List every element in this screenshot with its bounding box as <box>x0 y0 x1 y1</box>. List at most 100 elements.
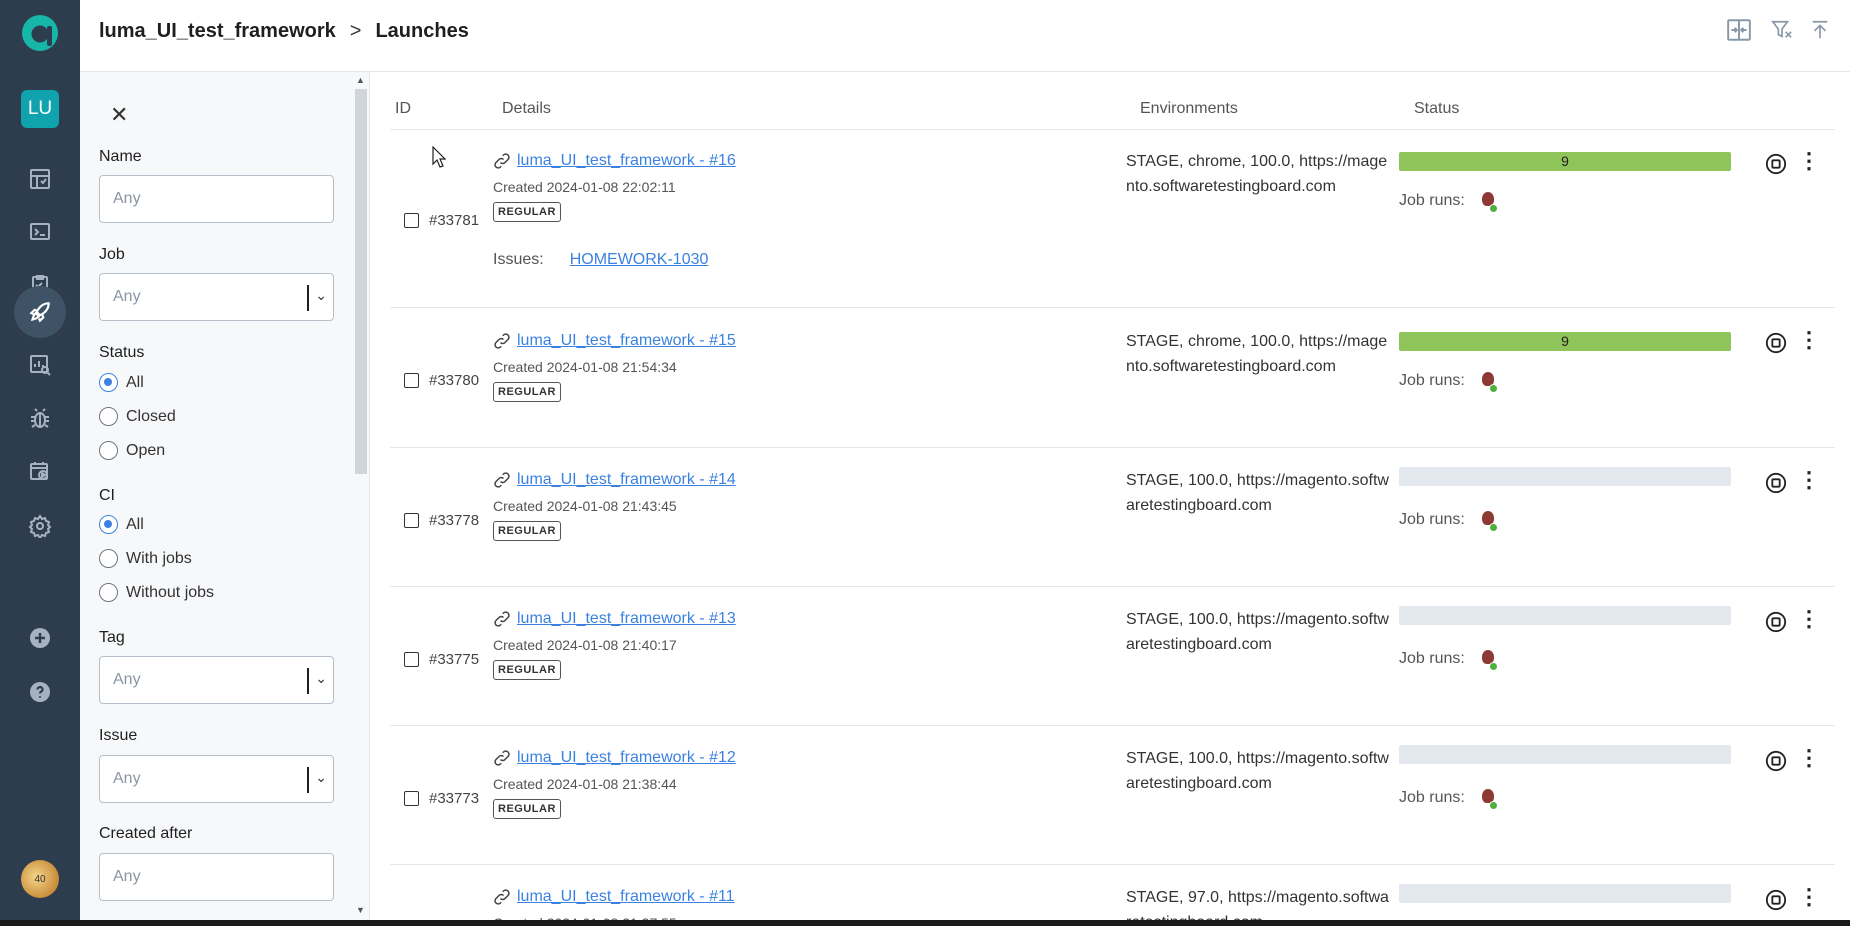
launch-title-link[interactable]: luma_UI_test_framework - #14 <box>493 471 736 489</box>
filter-issue-value: Any <box>113 770 141 787</box>
scroll-down-icon[interactable]: ▼ <box>356 905 365 915</box>
launch-id: #33781 <box>429 212 480 229</box>
filter-created-after-label: Created after <box>99 825 193 842</box>
nav-settings-icon[interactable] <box>14 500 66 552</box>
more-actions-icon[interactable]: ⋮ <box>1798 329 1820 351</box>
status-progress-bar[interactable]: 9 <box>1399 332 1731 351</box>
close-filters-icon[interactable]: ✕ <box>110 102 128 128</box>
status-radio-closed[interactable]: Closed <box>99 407 176 426</box>
launch-created: Created 2024-01-08 22:02:11 <box>493 179 676 195</box>
stop-launch-icon[interactable] <box>1764 749 1788 773</box>
more-actions-icon[interactable]: ⋮ <box>1798 150 1820 172</box>
more-actions-icon[interactable]: ⋮ <box>1798 886 1820 908</box>
row-checkbox[interactable] <box>404 791 419 806</box>
launch-id: #33775 <box>429 651 480 668</box>
link-icon <box>494 889 510 905</box>
launch-created: Created 2024-01-08 21:38:44 <box>493 776 677 792</box>
launch-id: #33773 <box>429 790 480 807</box>
stop-launch-icon[interactable] <box>1764 331 1788 355</box>
row-checkbox[interactable] <box>404 213 419 228</box>
user-avatar[interactable]: 40 <box>21 860 59 898</box>
nav-analytics-icon[interactable] <box>14 339 66 391</box>
help-icon[interactable] <box>14 666 66 718</box>
more-actions-icon[interactable]: ⋮ <box>1798 747 1820 769</box>
status-progress-bar[interactable]: 9 <box>1399 152 1731 171</box>
scroll-up-icon[interactable]: ▲ <box>356 75 365 85</box>
launch-issues: Issues: HOMEWORK-1030 <box>493 251 709 268</box>
launch-id: #33778 <box>429 512 480 529</box>
table-row: #33780 luma_UI_test_framework - #15 Crea… <box>390 309 1835 448</box>
link-icon <box>494 611 510 627</box>
scrollbar-thumb[interactable] <box>355 89 367 474</box>
column-header-id: ID <box>395 100 411 117</box>
stop-launch-icon[interactable] <box>1764 888 1788 912</box>
launch-tag-badge: REGULAR <box>493 202 561 222</box>
filter-tag-select[interactable]: Any ⌄ <box>99 656 334 704</box>
ci-radio-without-jobs[interactable]: Without jobs <box>99 583 214 602</box>
job-runs: Job runs: <box>1399 650 1498 671</box>
page-title: Launches <box>375 20 469 42</box>
ci-radio-all[interactable]: All <box>99 515 144 534</box>
status-progress-bar[interactable] <box>1399 606 1731 625</box>
launch-title-link[interactable]: luma_UI_test_framework - #11 <box>493 888 735 906</box>
compare-icon[interactable] <box>1725 16 1753 44</box>
job-run-avatar[interactable] <box>1481 372 1498 393</box>
upload-icon[interactable] <box>1806 16 1834 44</box>
launch-environments: STAGE, chrome, 100.0, https://magento.so… <box>1126 333 1388 375</box>
row-checkbox[interactable] <box>404 652 419 667</box>
launch-environments: STAGE, 100.0, https://magento.softwarete… <box>1126 472 1389 514</box>
job-run-avatar[interactable] <box>1481 789 1498 810</box>
filter-ci-label: CI <box>99 487 115 504</box>
launch-title-link[interactable]: luma_UI_test_framework - #15 <box>493 332 736 350</box>
breadcrumb-project[interactable]: luma_UI_test_framework <box>99 20 336 43</box>
status-radio-open[interactable]: Open <box>99 441 165 460</box>
more-actions-icon[interactable]: ⋮ <box>1798 608 1820 630</box>
status-progress-bar[interactable] <box>1399 745 1731 764</box>
nav-dashboard-icon[interactable] <box>14 153 66 205</box>
create-icon[interactable] <box>14 612 66 664</box>
status-radio-all[interactable]: All <box>99 373 144 392</box>
breadcrumb-separator: > <box>349 20 362 42</box>
launch-created: Created 2024-01-08 21:43:45 <box>493 498 677 514</box>
job-run-avatar[interactable] <box>1481 511 1498 532</box>
stop-launch-icon[interactable] <box>1764 152 1788 176</box>
launch-tag-badge: REGULAR <box>493 799 561 819</box>
project-badge[interactable]: LU <box>21 90 59 128</box>
launch-environments: STAGE, 100.0, https://magento.softwarete… <box>1126 611 1389 653</box>
row-checkbox[interactable] <box>404 513 419 528</box>
chevron-down-icon: ⌄ <box>315 670 327 686</box>
app-logo-icon[interactable] <box>18 10 62 54</box>
top-header: luma_UI_test_framework > Launches <box>80 0 1850 72</box>
filter-job-select[interactable]: Any ⌄ <box>99 273 334 321</box>
more-actions-icon[interactable]: ⋮ <box>1798 469 1820 491</box>
nav-jobs-icon[interactable] <box>14 445 66 497</box>
nav-test-cases-icon[interactable] <box>14 206 66 258</box>
filter-issue-label: Issue <box>99 727 138 744</box>
filters-scrollbar[interactable]: ▲ ▼ <box>354 75 368 915</box>
nav-defects-icon[interactable] <box>14 392 66 444</box>
ci-radio-with-jobs[interactable]: With jobs <box>99 549 192 568</box>
launch-environments: STAGE, chrome, 100.0, https://magento.so… <box>1126 153 1388 195</box>
chevron-down-icon: ⌄ <box>315 769 327 785</box>
filter-issue-select[interactable]: Any ⌄ <box>99 755 334 803</box>
table-row: #33778 luma_UI_test_framework - #14 Crea… <box>390 449 1835 587</box>
row-checkbox[interactable] <box>404 373 419 388</box>
status-progress-bar[interactable] <box>1399 467 1731 486</box>
filters-panel: ✕ Name Any Job Any ⌄ Status All Closed O… <box>80 72 370 920</box>
job-run-avatar[interactable] <box>1481 192 1498 213</box>
launch-title-link[interactable]: luma_UI_test_framework - #13 <box>493 610 736 628</box>
nav-launches-icon[interactable] <box>14 286 66 338</box>
stop-launch-icon[interactable] <box>1764 471 1788 495</box>
column-header-status: Status <box>1414 100 1460 117</box>
clear-filter-icon[interactable] <box>1768 16 1796 44</box>
stop-launch-icon[interactable] <box>1764 610 1788 634</box>
filter-name-input[interactable]: Any <box>99 175 334 223</box>
job-run-avatar[interactable] <box>1481 650 1498 671</box>
filter-name-label: Name <box>99 148 142 165</box>
filter-created-after-input[interactable]: Any <box>99 853 334 901</box>
status-progress-bar[interactable] <box>1399 884 1731 903</box>
launch-title-link[interactable]: luma_UI_test_framework - #16 <box>493 152 736 170</box>
launch-title-link[interactable]: luma_UI_test_framework - #12 <box>493 749 736 767</box>
issue-link[interactable]: HOMEWORK-1030 <box>570 251 709 268</box>
job-runs: Job runs: <box>1399 372 1498 393</box>
